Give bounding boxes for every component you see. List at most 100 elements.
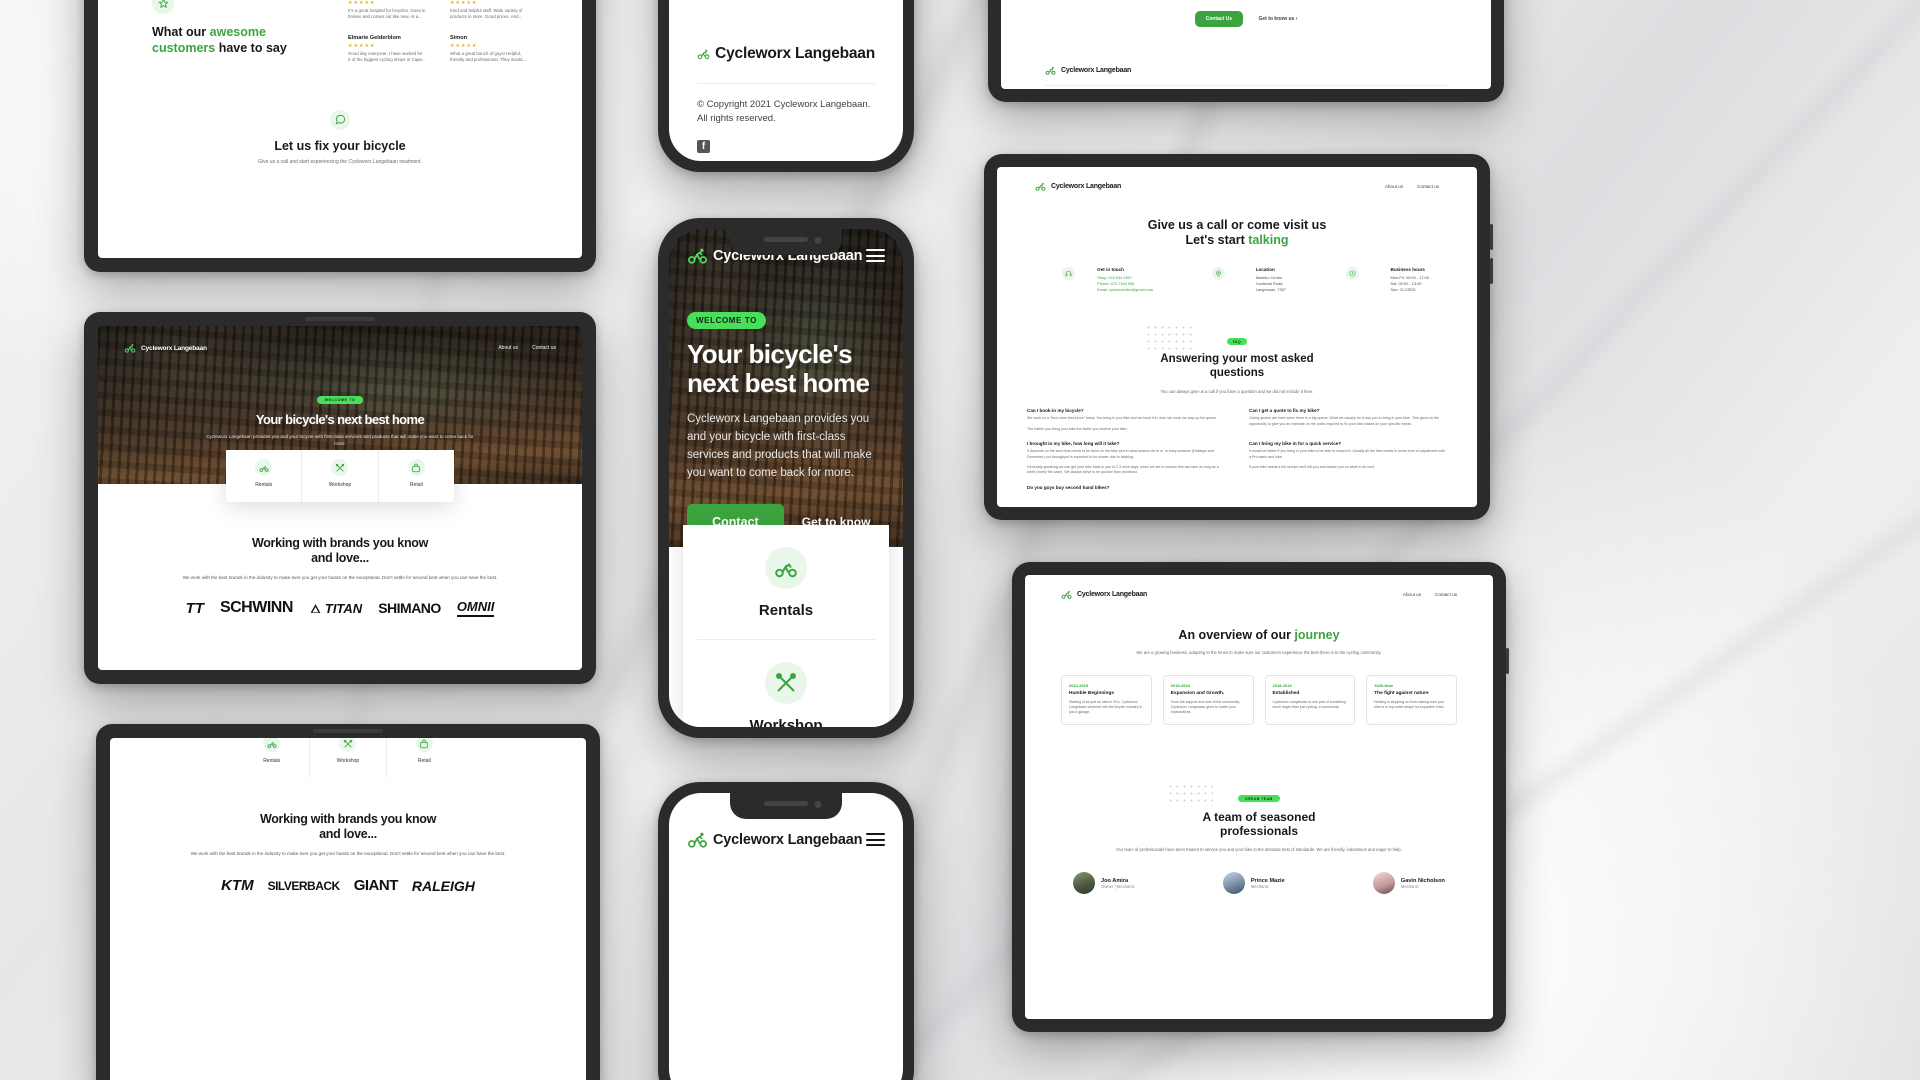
brand-logo[interactable]: Cycleworx Langebaan — [687, 829, 863, 850]
milestone-card: 2015-2018 Expansion and Growth. From the… — [1162, 674, 1254, 725]
faq-subtitle: You can always give us a call if you hav… — [1160, 389, 1314, 395]
testimonial-card: Elmarie Gelderblom ★★★★★ Good day everyo… — [348, 35, 426, 64]
faq-item[interactable]: Can I book-in my bicycle? We work on a "… — [1027, 408, 1225, 432]
logo-shimano: SHIMANO — [378, 600, 441, 617]
hero-body: Cycleworx Langebaan provides you and you… — [687, 413, 872, 479]
facebook-icon[interactable]: f — [697, 139, 710, 153]
tablet-bezel: Contact Us Get to know us › Cycleworx La… — [988, 0, 1504, 102]
copyright-text: © Copyright 2021 Cycleworx Langebaan. Al… — [697, 99, 871, 125]
tablet-power-button[interactable] — [1490, 258, 1493, 284]
nav-links: About us Contact us — [498, 345, 556, 351]
phone-bezel: Cycleworx Langebaan — [658, 782, 914, 1080]
contact-title-line1: Give us a call or come visit us — [1147, 218, 1327, 232]
services-card: Rentals Workshop Retail — [226, 450, 454, 502]
logo-omnii: OMNII — [456, 599, 495, 618]
team-member: Gavin Nicholson Mechanic — [1372, 872, 1445, 895]
milestone-years: 2014-2015 — [1069, 682, 1089, 688]
fix-title: Let us fix your bicycle — [274, 138, 406, 153]
brand-logo[interactable]: Cycleworx Langebaan — [1035, 181, 1121, 192]
faq-item[interactable]: Can I bring my bike in for a quick servi… — [1249, 441, 1447, 476]
decorative-dots — [1145, 323, 1195, 350]
nav-links: About us Contact us — [1385, 184, 1439, 189]
brands-title-line2: and love... — [311, 551, 369, 566]
milestone-years: 2015-2018 — [1170, 682, 1190, 688]
tablet-bezel: Cycleworx Langebaan About us Contact us … — [1012, 562, 1509, 1032]
logo-giant: GIANT — [353, 877, 399, 895]
contact-heading: Give us a call or come visit us Let's st… — [997, 218, 1477, 249]
brand-logo[interactable]: Cycleworx Langebaan — [1061, 589, 1147, 600]
testimonials-section: What our awesome customers have to say K… — [98, 0, 582, 64]
service-workshop[interactable]: Workshop — [309, 738, 385, 778]
phone-camera — [814, 801, 822, 808]
phone-screen: Cycleworx Langebaan — [669, 793, 903, 1080]
faq-title-line2: questions — [1209, 366, 1265, 379]
service-workshop[interactable]: Workshop — [301, 450, 377, 502]
milestone-years: 2020-Now — [1374, 682, 1393, 688]
nav-contact[interactable]: Contact us — [532, 345, 556, 351]
service-retail[interactable]: Retail — [377, 450, 454, 502]
hero-title: Your bicycle's next best home — [255, 412, 425, 427]
nav-links: About us Contact us — [1403, 592, 1457, 597]
hero-eyebrow-pill: WELCOME TO — [316, 396, 364, 404]
hamburger-icon[interactable] — [866, 833, 885, 846]
cyclist-icon — [688, 248, 707, 264]
hero-body: Cycleworx Langebaan provides you and you… — [206, 434, 474, 447]
contact-column-get-in-touch: Get in touch Shop: 022 634 0007 Phone: 0… — [1045, 266, 1153, 294]
faq-question: Can I book-in my bicycle? — [1027, 408, 1084, 414]
nav-contact[interactable]: Contact us — [1417, 184, 1439, 189]
bag-icon — [407, 459, 425, 476]
logo-schwinn: SCHWINN — [219, 599, 293, 617]
brand-logo[interactable]: Cycleworx Langebaan — [697, 43, 875, 65]
brand-logo[interactable]: Cycleworx Langebaan — [124, 342, 207, 354]
chat-icon — [330, 109, 350, 130]
hamburger-icon[interactable] — [866, 249, 885, 262]
member-role: Mechanic — [1400, 883, 1419, 889]
service-rentals[interactable]: Rentals — [234, 738, 309, 778]
nav-contact[interactable]: Contact us — [1435, 592, 1457, 597]
testimonial-text: What a great bunch of guys! Helpful, fri… — [450, 50, 527, 63]
phone-speaker — [764, 801, 808, 806]
faq-list: Can I book-in my bicycle? We work on a "… — [997, 394, 1477, 489]
service-rentals[interactable]: Rentals — [226, 450, 301, 502]
logo-tt: TT — [185, 599, 204, 617]
service-label: Workshop — [749, 717, 823, 727]
service-retail[interactable]: Retail — [385, 738, 462, 778]
service-rentals[interactable]: Rentals — [683, 525, 889, 639]
brand-name: Cycleworx Langebaan — [715, 45, 875, 62]
brands-title: Working with brands you know and love... — [156, 536, 524, 567]
tablet-bezel: Cycleworx Langebaan About us Contact us … — [984, 154, 1493, 520]
get-to-know-us-link[interactable]: Get to know us › — [1258, 16, 1297, 22]
nav-about[interactable]: About us — [1385, 184, 1403, 189]
faq-item[interactable]: Do you guys buy second hand bikes? — [1027, 485, 1225, 490]
nav-about[interactable]: About us — [1403, 592, 1421, 597]
device-laptop-brands: Rentals Workshop Retail Working with bra… — [96, 724, 600, 1080]
contact-line: Madriko Centre — [1255, 274, 1283, 280]
service-label: Workshop — [328, 482, 352, 488]
faq-item[interactable]: I brought in my bike, how long will it t… — [1027, 441, 1225, 476]
logo-silverback: SILVERBACK — [267, 878, 341, 893]
contact-us-button[interactable]: Contact Us — [1194, 11, 1244, 27]
clock-icon — [1345, 266, 1359, 280]
phone-notch — [730, 229, 842, 255]
tablet-volume-button[interactable] — [1506, 648, 1509, 674]
cyclist-icon — [697, 49, 710, 60]
hero-eyebrow-pill: WELCOME TO — [687, 312, 766, 329]
pin-icon — [1211, 266, 1225, 280]
contact-title-accent: talking — [1248, 233, 1289, 248]
laptop-bezel: Stephen Mechanic Tiaan Mechanic — [84, 0, 596, 272]
tablet-volume-button[interactable] — [1490, 224, 1493, 250]
faq-item[interactable]: Can I get a quote to fix my bike? Giving… — [1249, 408, 1447, 432]
phone-notch — [730, 793, 842, 819]
service-workshop[interactable]: Workshop — [683, 640, 889, 727]
contact-line: Mon-Fri: 09:00 - 17:00 — [1390, 274, 1430, 280]
device-phone-bottom: Cycleworx Langebaan — [658, 782, 914, 1080]
laptop-bezel: Rentals Workshop Retail Working with bra… — [96, 724, 600, 1080]
testimonial-name: Elmarie Gelderblom — [348, 34, 401, 41]
testimonial-text: Kind and helpful staff. Wide variety of … — [450, 8, 523, 20]
nav-about[interactable]: About us — [498, 345, 518, 351]
contact-line[interactable]: Email: cycleworxlbn@gmail.com — [1097, 287, 1153, 293]
brand-logo[interactable]: Cycleworx Langebaan — [1045, 65, 1447, 76]
faq-answer: Giving quotes are hard when there is a b… — [1249, 416, 1439, 426]
laptop-screen: Stephen Mechanic Tiaan Mechanic — [98, 0, 582, 258]
laptop-camera-bar — [305, 317, 375, 321]
